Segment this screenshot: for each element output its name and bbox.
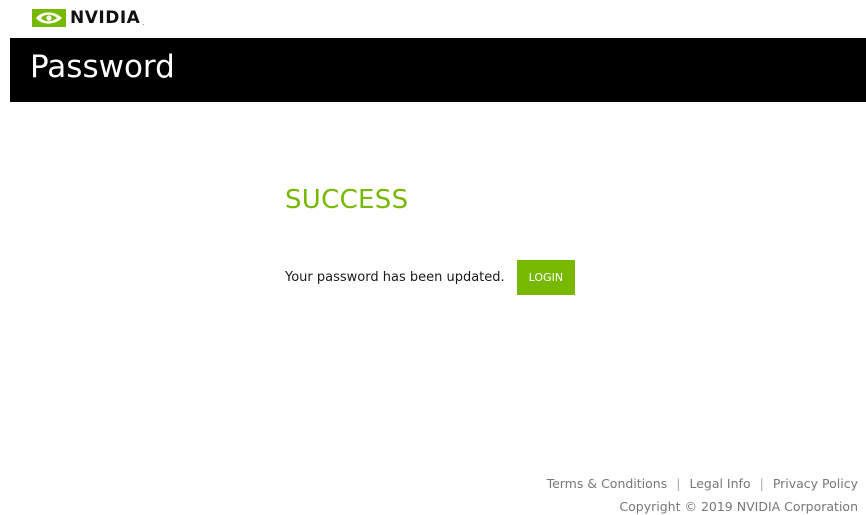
page-title: Password xyxy=(30,49,175,85)
footer: Terms & Conditions | Legal Info | Privac… xyxy=(547,472,858,515)
copyright-text: Copyright © 2019 NVIDIA Corporation xyxy=(619,499,858,514)
terms-link[interactable]: Terms & Conditions xyxy=(547,472,668,495)
trademark-mark: . xyxy=(142,20,145,27)
page: NVIDIA . Password SUCCESS Your password … xyxy=(0,0,866,515)
nvidia-eye-icon xyxy=(32,9,66,27)
page-header: Password xyxy=(10,38,866,102)
confirmation-row: Your password has been updated. LOGIN xyxy=(285,260,576,295)
privacy-policy-link[interactable]: Privacy Policy xyxy=(773,472,858,495)
confirmation-message: Your password has been updated. xyxy=(285,270,505,285)
footer-separator: | xyxy=(676,476,681,491)
legal-info-link[interactable]: Legal Info xyxy=(689,472,750,495)
footer-links: Terms & Conditions | Legal Info | Privac… xyxy=(547,472,858,495)
success-heading: SUCCESS xyxy=(285,185,409,215)
nvidia-logo[interactable]: NVIDIA . xyxy=(32,7,144,29)
footer-separator: | xyxy=(759,476,764,491)
login-button[interactable]: LOGIN xyxy=(516,260,576,295)
logo-wordmark: NVIDIA xyxy=(70,7,141,28)
